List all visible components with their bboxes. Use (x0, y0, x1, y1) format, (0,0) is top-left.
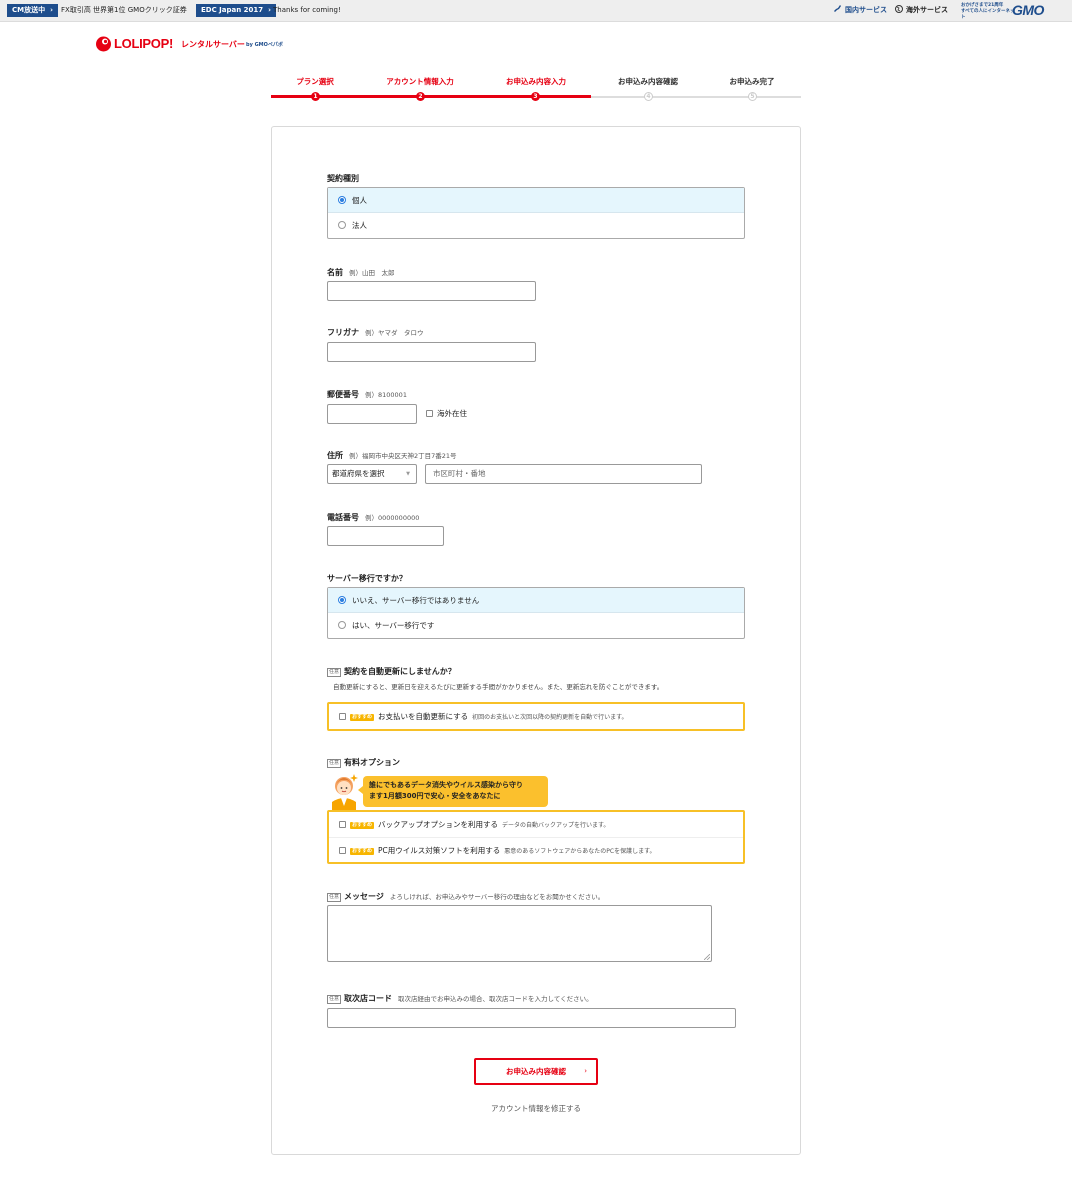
paid-options-box: おすすめ バックアップオプションを利用する データの自動バックアップを行います。 お… (327, 810, 745, 864)
checkbox-icon (339, 821, 346, 828)
step-5-dot: 5 (748, 92, 757, 101)
progress-line-remaining (591, 96, 801, 98)
step-4-dot: 4 (644, 92, 653, 101)
city-input[interactable]: 市区町村・番地 (425, 464, 702, 484)
logo-brand: LOLIPOP! (114, 36, 173, 51)
optional-tag: 任意 (327, 995, 342, 1004)
gmo-logo[interactable]: GMO (1012, 2, 1044, 18)
recommend-badge: おすすめ (350, 822, 375, 829)
gmo-tagline: おかげさまで21周年 すべての人にインターネット (961, 3, 1015, 20)
step-confirm: お申込み内容確認 (618, 77, 678, 86)
japan-map-icon (834, 5, 841, 12)
logo-sub: レンタルサーバー (181, 40, 245, 49)
migration-label: サーバー移行ですか？ (327, 574, 407, 583)
checkbox-icon (339, 847, 346, 854)
step-plan: プラン選択 (296, 77, 334, 86)
postal-label: 郵便番号 例）8100001 (327, 390, 407, 399)
contract-type-individual[interactable]: 個人 (328, 188, 744, 213)
chevron-right-icon: › (268, 6, 272, 14)
contract-type-corporate[interactable]: 法人 (328, 213, 744, 238)
optional-tag: 任意 (327, 893, 342, 902)
message-label: 任意 メッセージ よろしければ、お申込みやサーバー移行の理由などをお聞かせください。 (327, 892, 605, 902)
auto-renew-label: 任意 契約を自動更新にしませんか？ (327, 667, 456, 677)
auto-renew-description: 自動更新にすると、更新日を迎えるたびに更新する手間がかかりません。また、更新忘れ… (333, 683, 664, 691)
contract-type-group: 個人 法人 (327, 187, 745, 239)
edc-headline[interactable]: Thanks for coming! (273, 4, 341, 17)
step-details: お申込み内容入力 (506, 77, 566, 86)
name-label: 名前 例）山田 太郎 (327, 268, 395, 277)
radio-selected-icon (338, 196, 346, 204)
recommend-badge: おすすめ (350, 714, 375, 721)
optional-tag: 任意 (327, 668, 342, 677)
cm-badge[interactable]: CM放送中 › (7, 4, 58, 17)
dropdown-caret-icon: ▼ (406, 471, 410, 477)
edit-account-link[interactable]: アカウント情報を修正する (436, 1103, 636, 1114)
message-textarea[interactable] (327, 905, 712, 962)
checkbox-icon (426, 410, 433, 417)
overseas-checkbox[interactable]: 海外在住 (426, 408, 467, 419)
globe-icon (895, 5, 903, 13)
step-complete: お申込み完了 (729, 77, 775, 86)
phone-label: 電話番号 例）0000000000 (327, 513, 420, 522)
cm-headline[interactable]: FX取引高 世界第1位 GMOクリック証券 (61, 4, 187, 17)
optional-tag: 任意 (327, 759, 342, 768)
migration-no[interactable]: いいえ、サーバー移行ではありません (328, 588, 744, 613)
migration-group: いいえ、サーバー移行ではありません はい、サーバー移行です (327, 587, 745, 639)
contract-type-label: 契約種別 (327, 174, 359, 183)
domestic-services-link[interactable]: 国内サービス (834, 4, 887, 17)
progress-steps: プラン選択 1 アカウント情報入力 2 お申込み内容入力 3 お申込み内容確認 … (271, 76, 801, 106)
radio-icon (338, 221, 346, 229)
chevron-right-icon: › (50, 6, 53, 14)
step-1-dot: 1 (311, 92, 320, 101)
radio-icon (338, 621, 346, 629)
radio-selected-icon (338, 596, 346, 604)
postal-input[interactable] (327, 404, 417, 424)
step-2-dot: 2 (416, 92, 425, 101)
confirm-button[interactable]: お申込み内容確認 › (474, 1058, 598, 1085)
address-label: 住所 例）福岡市中央区天神2丁目7番21号 (327, 451, 457, 460)
recommend-badge: おすすめ (350, 848, 375, 855)
top-bar: CM放送中 › FX取引高 世界第1位 GMOクリック証券 EDC Japan 2… (0, 0, 1072, 22)
name-input[interactable] (327, 281, 536, 301)
furigana-input[interactable] (327, 342, 536, 362)
chevron-right-icon: › (584, 1067, 587, 1075)
resize-handle-icon[interactable] (704, 954, 710, 960)
furigana-label: フリガナ 例）ヤマダ タロウ (327, 328, 424, 337)
agency-code-input[interactable] (327, 1008, 736, 1028)
auto-renew-option[interactable]: おすすめ お支払いを自動更新にする 初回のお支払いと次回以降の契約更新を自動で行いま… (329, 704, 743, 729)
promo-bubble: 誰にでもあるデータ消失やウイルス感染から守り ます1月額300円で安心・安全をあ… (358, 776, 548, 807)
agency-code-label: 任意 取次店コード 取次店経由でお申込みの場合、取次店コードを入力してください。 (327, 994, 593, 1004)
migration-yes[interactable]: はい、サーバー移行です (328, 613, 744, 638)
edc-badge[interactable]: EDC Japan 2017 › (196, 4, 277, 17)
lolipop-mark-icon (96, 36, 111, 52)
mascot-illustration-icon (332, 774, 358, 810)
checkbox-icon (339, 713, 346, 720)
auto-renew-box: おすすめ お支払いを自動更新にする 初回のお支払いと次回以降の契約更新を自動で行いま… (327, 702, 745, 731)
phone-input[interactable] (327, 526, 444, 546)
overseas-services-link[interactable]: 海外サービス (895, 4, 948, 17)
backup-option[interactable]: おすすめ バックアップオプションを利用する データの自動バックアップを行います。 (329, 812, 743, 837)
logo-by: by GMOペパボ (246, 42, 283, 48)
step-account: アカウント情報入力 (386, 77, 454, 86)
antivirus-option[interactable]: おすすめ PC用ウイルス対策ソフトを利用する 悪意のあるソフトウェアからあなたのPC… (329, 837, 743, 862)
step-3-dot: 3 (531, 92, 540, 101)
paid-options-label: 任意 有料オプション (327, 758, 401, 768)
prefecture-select[interactable]: 都道府県を選択 ▼ (327, 464, 417, 484)
